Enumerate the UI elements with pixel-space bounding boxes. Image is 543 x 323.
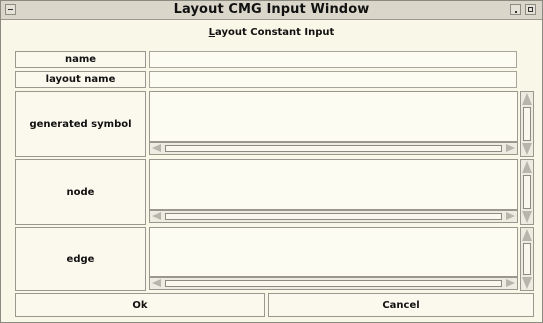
scroll-up-icon[interactable] [522, 93, 532, 105]
scroll-up-icon[interactable] [522, 229, 532, 241]
edge-hscrollbar[interactable] [149, 277, 518, 290]
cancel-button[interactable]: Cancel [268, 293, 534, 317]
layout-name-input[interactable] [149, 71, 517, 88]
scroll-down-icon[interactable] [522, 211, 532, 223]
scroll-right-icon[interactable] [506, 144, 515, 152]
generated-symbol-textarea[interactable] [149, 91, 518, 142]
generated-symbol-vscrollbar[interactable] [520, 91, 534, 157]
generated-symbol-label: generated symbol [15, 91, 146, 157]
scroll-right-icon[interactable] [506, 212, 515, 220]
name-input[interactable] [149, 51, 517, 68]
minimize-icon [515, 11, 517, 13]
edge-vscrollbar[interactable] [520, 227, 534, 291]
scroll-down-icon[interactable] [522, 143, 532, 155]
edge-textarea[interactable] [149, 227, 518, 277]
edge-label: edge [15, 227, 146, 291]
layout-cmg-input-window: Layout CMG Input Window Layout Constant … [0, 0, 543, 323]
button-row: Ok Cancel [15, 293, 534, 317]
scroll-up-icon[interactable] [522, 161, 532, 173]
scroll-track[interactable] [165, 280, 502, 287]
window-title: Layout CMG Input Window [173, 2, 370, 17]
minimize-button[interactable] [510, 4, 521, 15]
scroll-right-icon[interactable] [506, 279, 515, 287]
generated-symbol-hscrollbar[interactable] [149, 142, 518, 155]
scroll-left-icon[interactable] [152, 144, 161, 152]
header-text: ayout Constant Input [215, 27, 335, 38]
section-header: Layout Constant Input [1, 27, 542, 38]
layout-name-label: layout name [15, 71, 146, 88]
scroll-left-icon[interactable] [152, 212, 161, 220]
ok-button[interactable]: Ok [15, 293, 265, 317]
scroll-track[interactable] [523, 243, 531, 275]
scroll-down-icon[interactable] [522, 277, 532, 289]
node-vscrollbar[interactable] [520, 159, 534, 225]
scroll-left-icon[interactable] [152, 279, 161, 287]
maximize-icon [528, 7, 533, 12]
name-label: name [15, 51, 146, 68]
scroll-track[interactable] [523, 175, 531, 209]
title-bar[interactable]: Layout CMG Input Window [1, 1, 542, 20]
node-hscrollbar[interactable] [149, 210, 518, 223]
maximize-button[interactable] [525, 4, 536, 15]
scroll-track[interactable] [165, 213, 502, 220]
node-textarea[interactable] [149, 159, 518, 210]
scroll-track[interactable] [523, 107, 531, 141]
node-label: node [15, 159, 146, 225]
scroll-track[interactable] [165, 145, 502, 152]
